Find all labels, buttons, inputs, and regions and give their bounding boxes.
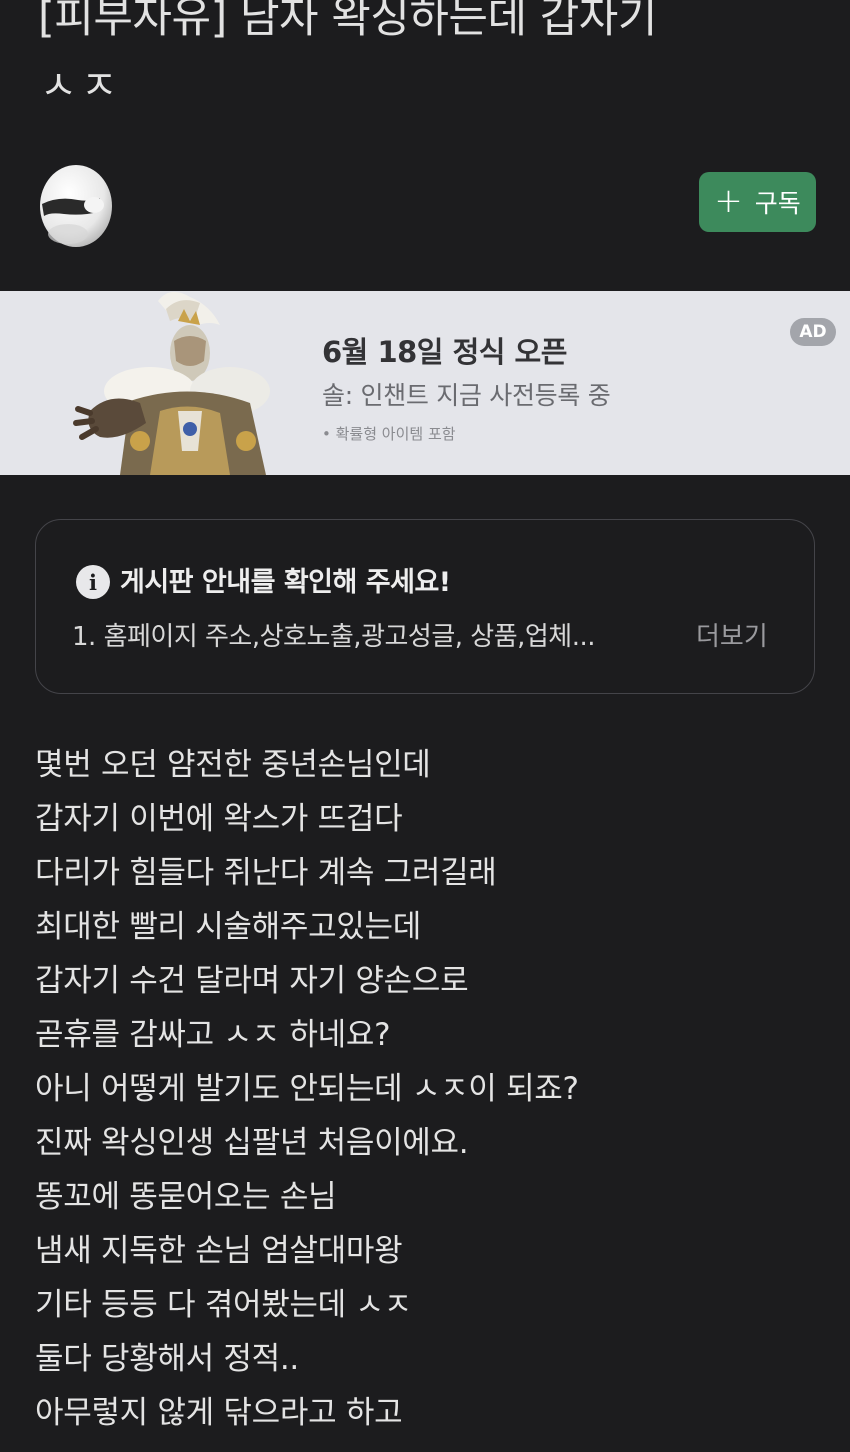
body-line: 냄새 지독한 손님 엄살대마왕 [35, 1233, 403, 1269]
post-title: [피부자유] 남자 왁싱하는데 갑자기 [38, 0, 657, 43]
board-notice[interactable]: i 게시판 안내를 확인해 주세요! 1. 홈페이지 주소,상호노출,광고성글,… [35, 519, 815, 694]
body-line: 다리가 힘들다 쥐난다 계속 그러길래 [35, 855, 497, 891]
body-line: 진짜 왁싱인생 십팔년 처음이에요. [35, 1125, 469, 1161]
ad-banner[interactable]: 6월 18일 정식 오픈 솔: 인챈트 지금 사전등록 중 • 확률형 아이템 … [0, 291, 850, 475]
post-body: 몇번 오던 얌전한 중년손님인데 갑자기 이번에 왁스가 뜨겁다 다리가 힘들다… [35, 738, 825, 1440]
body-line: 아무렇지 않게 닦으라고 하고 [35, 1395, 403, 1431]
body-line: 아니 어떻게 발기도 안되는데 ㅅㅈ이 되죠? [35, 1071, 579, 1107]
author-avatar[interactable] [38, 160, 114, 248]
body-line: 갑자기 수건 달라며 자기 양손으로 [35, 963, 469, 999]
body-line: 똥꼬에 똥묻어오는 손님 [35, 1179, 337, 1215]
body-line: 둘다 당황해서 정적.. [35, 1341, 299, 1377]
info-icon: i [76, 565, 110, 599]
body-line: 곧휴를 감싸고 ㅅㅈ 하네요? [35, 1017, 391, 1053]
notice-title: 게시판 안내를 확인해 주세요! [120, 567, 451, 598]
subscribe-button[interactable]: + 구독 [699, 172, 816, 232]
avatar-egg-icon [40, 165, 112, 247]
notice-text: 1. 홈페이지 주소,상호노출,광고성글, 상품,업체... [72, 622, 596, 652]
body-line: 갑자기 이번에 왁스가 뜨겁다 [35, 801, 403, 837]
ad-badge: AD [790, 318, 836, 346]
ad-headline: 6월 18일 정식 오픈 [322, 335, 567, 369]
ad-subtitle: 솔: 인챈트 지금 사전등록 중 [322, 381, 611, 410]
armored-knight-illustration [73, 291, 270, 475]
notice-more-link[interactable]: 더보기 [696, 616, 768, 653]
body-line: 기타 등등 다 겪어봤는데 ㅅㅈ [35, 1287, 412, 1323]
subscribe-label: 구독 [754, 189, 801, 218]
ad-note: • 확률형 아이템 포함 [322, 425, 456, 443]
body-line: 최대한 빨리 시술해주고있는데 [35, 909, 421, 945]
body-line: 몇번 오던 얌전한 중년손님인데 [35, 747, 431, 783]
plus-icon: + [714, 180, 743, 221]
post-title-continued: ㅅㅈ [40, 63, 122, 109]
